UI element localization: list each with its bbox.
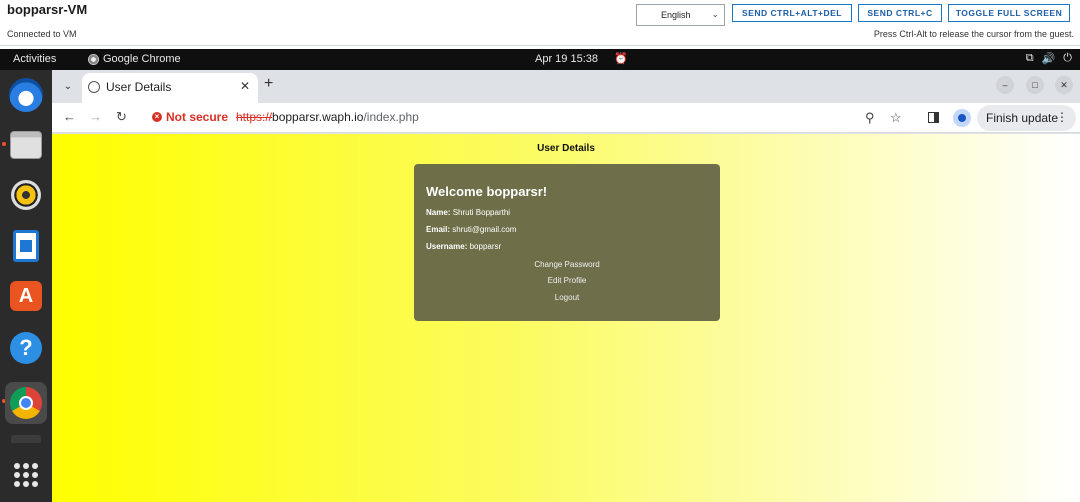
volume-icon: 🔊 (1041, 53, 1056, 65)
finish-update-button[interactable]: Finish update ⋮ (977, 105, 1076, 131)
focused-app-name: Google Chrome (103, 53, 181, 65)
clock[interactable]: Apr 19 15:38 (535, 53, 598, 65)
globe-icon (88, 81, 100, 93)
activities-button[interactable]: Activities (13, 53, 56, 65)
ubuntu-dock: A ? (0, 70, 52, 502)
tab-search-button[interactable]: ⌄ (58, 76, 78, 96)
running-indicator (2, 142, 6, 146)
dock-terminal[interactable] (7, 432, 45, 446)
name-row: Name: Shruti Bopparthi (426, 208, 511, 217)
help-icon: ? (10, 332, 42, 364)
address-bar[interactable]: × Not secure https://bopparsr.waph.io/in… (142, 105, 909, 131)
send-ctrl-alt-del-button[interactable]: SEND CTRL+ALT+DEL (732, 4, 852, 22)
reload-button[interactable]: ↻ (116, 109, 127, 125)
send-ctrl-c-button[interactable]: SEND CTRL+C (858, 4, 942, 22)
dock-files[interactable] (7, 126, 45, 164)
security-chip[interactable]: Not secure (166, 110, 228, 124)
libreoffice-writer-icon (13, 230, 39, 262)
language-value: English (661, 10, 691, 20)
more-menu-icon: ⋮ (1056, 110, 1068, 124)
tab-strip: ⌄ User Details ✕ + – □ ✕ (52, 70, 1080, 103)
bookmark-star-icon[interactable]: ☆ (890, 110, 902, 126)
dock-chrome[interactable] (5, 382, 47, 424)
release-cursor-hint: Press Ctrl-Alt to release the cursor fro… (873, 29, 1074, 39)
zoom-icon[interactable]: ⚲ (865, 110, 875, 126)
maximize-button[interactable]: □ (1026, 76, 1044, 94)
vm-console-header: bopparsr-VM Connected to VM English ⌄ SE… (0, 0, 1080, 46)
dock-app-center[interactable]: A (7, 277, 45, 315)
forward-button[interactable]: → (89, 109, 102, 124)
username-row: Username: bopparsr (426, 242, 502, 251)
browser-toolbar: ← → ↻ × Not secure https://bopparsr.waph… (52, 103, 1080, 133)
email-row: Email: shruti@gmail.com (426, 225, 517, 234)
close-tab-icon[interactable]: ✕ (240, 79, 250, 93)
tab-title: User Details (106, 80, 172, 94)
rhythmbox-icon (11, 180, 41, 210)
system-tray[interactable]: ⧉ 🔊 ⏻ (1026, 52, 1072, 65)
edit-profile-link[interactable]: Edit Profile (414, 276, 720, 285)
files-icon (10, 131, 42, 159)
dock-rhythmbox[interactable] (7, 176, 45, 214)
tab-user-details[interactable]: User Details ✕ (82, 73, 258, 103)
chrome-app-icon (88, 53, 99, 65)
new-tab-button[interactable]: + (264, 75, 273, 93)
focused-app-menu[interactable]: Google Chrome (88, 53, 181, 65)
side-panel-icon[interactable] (928, 112, 939, 123)
vm-connection-status: Connected to VM (7, 29, 77, 39)
minimize-button[interactable]: – (996, 76, 1014, 94)
page-title: User Details (537, 143, 595, 154)
change-password-link[interactable]: Change Password (414, 260, 720, 269)
app-center-icon: A (10, 281, 42, 311)
thunderbird-icon (9, 78, 43, 112)
show-apps-button[interactable] (7, 456, 45, 494)
keyboard-language-select[interactable]: English ⌄ (636, 4, 725, 26)
dock-thunderbird[interactable] (7, 76, 45, 114)
dock-libreoffice-writer[interactable] (7, 227, 45, 265)
finish-update-label: Finish update (986, 111, 1059, 125)
toggle-full-screen-button[interactable]: TOGGLE FULL SCREEN (948, 4, 1070, 22)
close-window-button[interactable]: ✕ (1055, 76, 1073, 94)
not-secure-icon: × (152, 112, 162, 122)
chrome-icon (10, 387, 42, 419)
alarm-icon: ⏰ (614, 53, 628, 65)
dock-help[interactable]: ? (7, 329, 45, 367)
profile-avatar[interactable] (953, 109, 971, 127)
url-text[interactable]: https://bopparsr.waph.io/index.php (236, 110, 419, 124)
user-details-card: Welcome bopparsr! Name: Shruti Bopparthi… (414, 164, 720, 321)
network-icon: ⧉ (1025, 52, 1034, 64)
terminal-icon (11, 435, 41, 443)
back-button[interactable]: ← (63, 109, 76, 124)
page-viewport: User Details Welcome bopparsr! Name: Shr… (52, 134, 1080, 502)
show-apps-icon (14, 463, 38, 487)
ubuntu-top-bar: Activities Google Chrome Apr 19 15:38 ⏰ … (0, 49, 1080, 70)
power-icon: ⏻ (1063, 52, 1072, 64)
welcome-heading: Welcome bopparsr! (426, 184, 548, 199)
chrome-window: ⌄ User Details ✕ + – □ ✕ ← → ↻ × Not sec… (52, 70, 1080, 502)
logout-link[interactable]: Logout (414, 293, 720, 302)
vm-title: bopparsr-VM (7, 2, 88, 17)
chevron-down-icon: ⌄ (711, 9, 719, 19)
